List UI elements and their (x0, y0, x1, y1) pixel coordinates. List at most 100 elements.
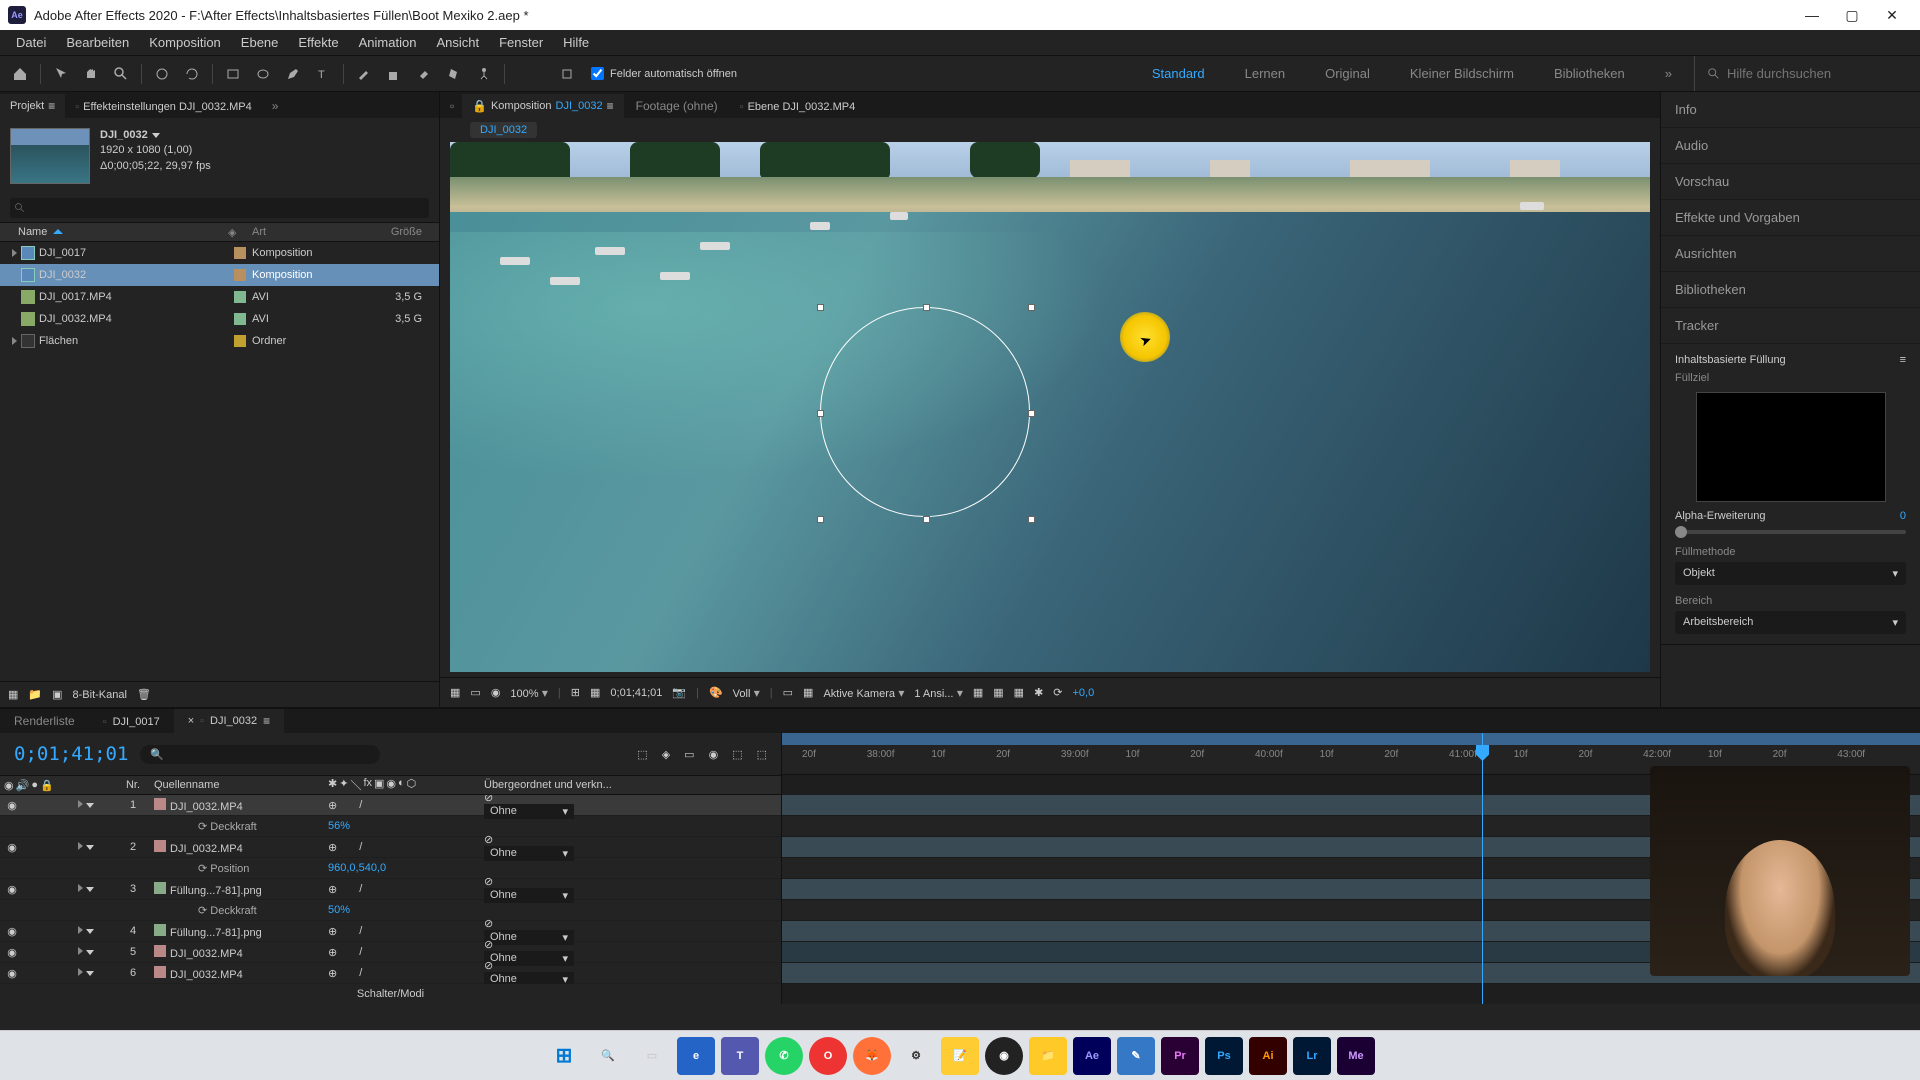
taskbar-me[interactable]: Me (1337, 1037, 1375, 1075)
menu-layer[interactable]: Ebene (231, 35, 289, 50)
bitdepth-button[interactable]: 8-Bit-Kanal (73, 689, 127, 701)
trash-icon[interactable]: 🗑 (137, 688, 151, 701)
col-name[interactable]: Name (18, 226, 47, 238)
snapshot-icon[interactable]: 📷 (672, 686, 686, 699)
timeline-layer-row[interactable]: ◉ 2 DJI_0032.MP4 ⊕/ ⊘ Ohne ▾ (0, 837, 781, 858)
hand-tool[interactable] (77, 60, 105, 88)
rect-tool[interactable] (219, 60, 247, 88)
tl-icon-5[interactable]: ⬚ (732, 748, 742, 761)
footer-timecode[interactable]: 0;01;41;01 (610, 687, 662, 699)
mask-ellipse[interactable] (820, 307, 1030, 517)
menu-edit[interactable]: Bearbeiten (56, 35, 139, 50)
taskbar-ae[interactable]: Ae (1073, 1037, 1111, 1075)
eraser-tool[interactable] (410, 60, 438, 88)
taskbar-ps[interactable]: Ps (1205, 1037, 1243, 1075)
brush-tool[interactable] (350, 60, 378, 88)
tl-icon-1[interactable]: ⬚ (637, 748, 647, 761)
timeline-search[interactable]: 🔍 (140, 745, 380, 764)
vi2-icon[interactable]: ▦ (993, 686, 1003, 699)
tab-dji0017[interactable]: ▫DJI_0017 (89, 711, 174, 733)
type-tool[interactable]: T (309, 60, 337, 88)
composition-viewport[interactable]: ➤ (450, 142, 1650, 672)
new-comp-icon[interactable]: ▣ (52, 688, 62, 701)
tab-layer[interactable]: ▫ Ebene DJI_0032.MP4 (730, 96, 866, 118)
maximize-button[interactable]: ▢ (1832, 0, 1872, 30)
clone-tool[interactable] (380, 60, 408, 88)
alpha-expansion-value[interactable]: 0 (1900, 510, 1906, 522)
help-search[interactable] (1694, 56, 1914, 91)
tl-icon-4[interactable]: ◉ (709, 748, 719, 761)
taskbar-ai[interactable]: Ai (1249, 1037, 1287, 1075)
menu-view[interactable]: Ansicht (426, 35, 489, 50)
project-row[interactable]: DJI_0017.MP4 AVI 3,5 G (0, 286, 439, 308)
switches-modes-toggle[interactable]: Schalter/Modi (357, 988, 424, 1000)
menu-effects[interactable]: Effekte (288, 35, 348, 50)
tab-renderlist[interactable]: Renderliste (0, 709, 89, 733)
project-search[interactable] (10, 198, 429, 218)
comp-breadcrumb[interactable]: DJI_0032 (440, 118, 1660, 142)
timeline-layer-row[interactable]: ◉ 5 DJI_0032.MP4 ⊕/ ⊘ Ohne ▾ (0, 942, 781, 963)
interpret-icon[interactable]: ▦ (8, 688, 18, 701)
panel-align[interactable]: Ausrichten (1661, 236, 1920, 272)
tl-icon-3[interactable]: ▭ (684, 748, 694, 761)
panel-libraries[interactable]: Bibliotheken (1661, 272, 1920, 308)
zoom-dropdown[interactable]: 100% ▾ (510, 686, 548, 700)
tab-project[interactable]: Projekt ≡ (0, 94, 65, 118)
zoom-tool[interactable] (107, 60, 135, 88)
taskbar-pr[interactable]: Pr (1161, 1037, 1199, 1075)
menu-animation[interactable]: Animation (349, 35, 427, 50)
minimize-button[interactable]: — (1792, 0, 1832, 30)
tab-effect-controls[interactable]: ▫Effekteinstellungen DJI_0032.MP4 (65, 96, 261, 118)
alpha-icon[interactable]: ▦ (450, 686, 460, 699)
roto-tool[interactable] (440, 60, 468, 88)
views-dropdown[interactable]: 1 Ansi... ▾ (914, 686, 963, 700)
panel-preview[interactable]: Vorschau (1661, 164, 1920, 200)
ellipse-tool[interactable] (249, 60, 277, 88)
timeline-layer-row[interactable]: ◉ 3 Füllung...7-81].png ⊕/ ⊘ Ohne ▾ (0, 879, 781, 900)
timeline-layer-row[interactable]: ◉ 1 DJI_0032.MP4 ⊕/ ⊘ Ohne ▾ (0, 795, 781, 816)
col-size[interactable]: Größe (362, 226, 422, 238)
close-button[interactable]: ✕ (1872, 0, 1912, 30)
tl-icon-6[interactable]: ⬚ (757, 748, 767, 761)
grid-icon[interactable]: ⊞ (571, 686, 580, 699)
project-row[interactable]: Flächen Ordner (0, 330, 439, 352)
timeline-layer-row[interactable]: ◉ 4 Füllung...7-81].png ⊕/ ⊘ Ohne ▾ (0, 921, 781, 942)
mask-icon[interactable]: ◉ (491, 686, 501, 699)
menu-help[interactable]: Hilfe (553, 35, 599, 50)
col-label[interactable]: ◈ (228, 226, 252, 239)
workspace-more-icon[interactable]: » (1665, 66, 1672, 81)
timeline-layer-row[interactable]: ◉ 6 DJI_0032.MP4 ⊕/ ⊘ Ohne ▾ (0, 963, 781, 984)
workspace-standard[interactable]: Standard (1152, 66, 1205, 81)
tab-composition[interactable]: 🔒 Komposition DJI_0032 ≡ (462, 94, 624, 118)
taskbar-explorer[interactable]: 📁 (1029, 1037, 1067, 1075)
exposure-reset-icon[interactable]: ⟳ (1053, 686, 1062, 699)
taskbar-opera[interactable]: O (809, 1037, 847, 1075)
project-row[interactable]: DJI_0017 Komposition (0, 242, 439, 264)
pen-tool[interactable] (279, 60, 307, 88)
selection-tool[interactable] (47, 60, 75, 88)
taskbar-app1[interactable]: ⚙ (897, 1037, 935, 1075)
vi4-icon[interactable]: ✱ (1034, 686, 1043, 699)
exposure-value[interactable]: +0,0 (1073, 687, 1095, 699)
col-nr[interactable]: Nr. (118, 779, 148, 791)
auto-open-fields-checkbox[interactable]: Felder automatisch öffnen (591, 67, 737, 80)
orbit-tool[interactable] (148, 60, 176, 88)
new-folder-icon[interactable]: 📁 (28, 688, 42, 701)
tab-overflow[interactable]: » (262, 94, 289, 118)
color-icon[interactable]: 🎨 (709, 686, 723, 699)
vi1-icon[interactable]: ▦ (973, 686, 983, 699)
col-parent[interactable]: Übergeordnet und verkn... (478, 779, 638, 791)
menu-composition[interactable]: Komposition (139, 35, 231, 50)
taskbar-notes[interactable]: 📝 (941, 1037, 979, 1075)
range-dropdown[interactable]: Arbeitsbereich▾ (1675, 611, 1906, 634)
snap-icon[interactable] (553, 60, 581, 88)
camera-dropdown[interactable]: Aktive Kamera ▾ (823, 686, 904, 700)
col-sourcename[interactable]: Quellenname (148, 779, 328, 791)
alpha-expansion-slider[interactable] (1675, 530, 1906, 534)
vi3-icon[interactable]: ▦ (1014, 686, 1024, 699)
taskbar-start[interactable]: ⊞ (545, 1037, 583, 1075)
project-row[interactable]: DJI_0032 Komposition (0, 264, 439, 286)
timeline-tracks[interactable]: 20f38:00f10f20f39:00f10f20f40:00f10f20f4… (782, 733, 1920, 1004)
fill-method-dropdown[interactable]: Objekt▾ (1675, 562, 1906, 585)
menu-file[interactable]: Datei (6, 35, 56, 50)
